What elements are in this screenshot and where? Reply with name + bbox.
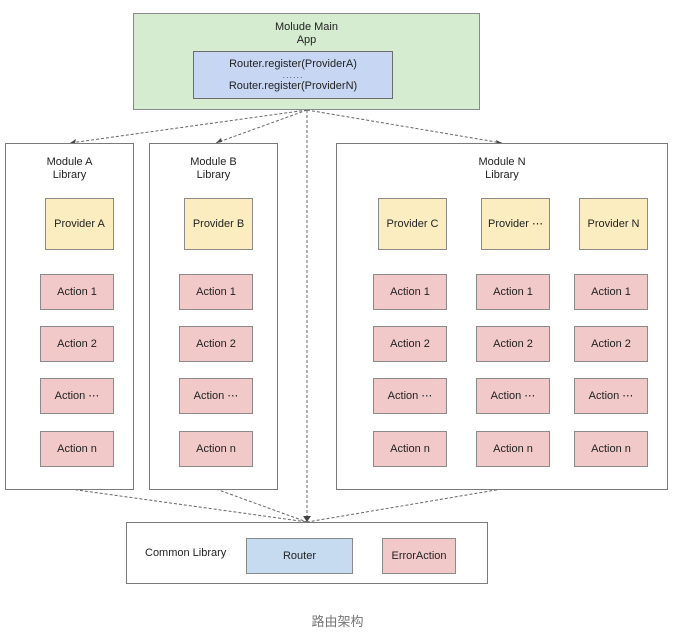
action-label: Action 2 — [591, 337, 631, 350]
action-label: Action 2 — [390, 337, 430, 350]
module-b-title-line2: Library — [196, 169, 231, 181]
action-box: Action n — [373, 431, 447, 467]
action-box: Action 1 — [476, 274, 550, 310]
module-n-title-line1: Module N — [478, 156, 526, 168]
action-label: Action 2 — [57, 337, 97, 350]
action-label: Action ⋯ — [490, 389, 536, 402]
action-box: Action ⋯ — [179, 378, 253, 414]
arrow-main-to-module-a — [69, 109, 308, 144]
action-label: Action ⋯ — [588, 389, 634, 402]
arrow-module-n-to-common — [306, 488, 503, 523]
action-box: Action n — [574, 431, 648, 467]
register-provider-a: Router.register(ProviderA) — [229, 57, 357, 70]
router-register-box: Router.register(ProviderA) ...... Router… — [193, 51, 393, 99]
action-label: Action n — [493, 442, 533, 455]
action-box: Action n — [40, 431, 114, 467]
action-box: Action n — [476, 431, 550, 467]
action-box: Action ⋯ — [574, 378, 648, 414]
action-box: Action 2 — [476, 326, 550, 362]
action-label: Action ⋯ — [387, 389, 433, 402]
action-box: Action 1 — [40, 274, 114, 310]
action-label: Action 2 — [196, 337, 236, 350]
module-a-title-line2: Library — [52, 169, 87, 181]
action-label: Action 1 — [390, 285, 430, 298]
provider-box: Provider N — [579, 198, 648, 250]
action-box: Action 2 — [40, 326, 114, 362]
module-b-title-line1: Module B — [190, 156, 237, 168]
action-label: Action 1 — [591, 285, 631, 298]
action-box: Action 1 — [179, 274, 253, 310]
action-label: Action 1 — [196, 285, 236, 298]
arrow-module-b-to-common — [215, 488, 308, 523]
register-ellipsis: ...... — [282, 69, 304, 80]
register-provider-n: Router.register(ProviderN) — [228, 79, 358, 92]
action-label: Action n — [196, 442, 236, 455]
action-box: Action ⋯ — [476, 378, 550, 414]
figure-caption: 路由架构 — [311, 615, 364, 630]
main-app-title-line1: Molude Main — [275, 21, 338, 33]
router-box: Router — [246, 538, 353, 574]
common-library-label: Common Library — [145, 546, 227, 559]
provider-box: Provider ⋯ — [481, 198, 550, 250]
action-label: Action ⋯ — [54, 389, 100, 402]
module-n-title-line2: Library — [485, 169, 519, 181]
provider-label: Provider A — [54, 217, 105, 230]
action-box: Action ⋯ — [373, 378, 447, 414]
action-label: Action ⋯ — [193, 389, 239, 402]
action-box: Action 1 — [574, 274, 648, 310]
action-label: Action n — [57, 442, 97, 455]
action-box: Action ⋯ — [40, 378, 114, 414]
action-box: Action 2 — [574, 326, 648, 362]
action-label: Action n — [591, 442, 631, 455]
error-action-label: ErrorAction — [391, 549, 447, 562]
action-box: Action n — [179, 431, 253, 467]
arrow-main-to-module-b — [215, 109, 308, 144]
provider-box: Provider C — [378, 198, 447, 250]
module-a-title-line1: Module A — [46, 156, 93, 168]
provider-label: Provider N — [587, 217, 640, 230]
main-app-title-line2: App — [296, 34, 317, 46]
action-label: Action 1 — [57, 285, 97, 298]
action-box: Action 1 — [373, 274, 447, 310]
provider-label: Provider B — [192, 217, 245, 230]
action-box: Action 2 — [179, 326, 253, 362]
arrow-main-to-module-n — [306, 109, 503, 144]
provider-box: Provider B — [184, 198, 253, 250]
provider-label: Provider ⋯ — [487, 217, 544, 230]
action-label: Action 1 — [493, 285, 533, 298]
action-label: Action 2 — [493, 337, 533, 350]
router-label: Router — [282, 549, 317, 562]
provider-label: Provider C — [386, 217, 439, 230]
provider-box: Provider A — [45, 198, 114, 250]
error-action-box: ErrorAction — [382, 538, 456, 574]
action-box: Action 2 — [373, 326, 447, 362]
arrow-module-a-to-common — [69, 488, 308, 523]
action-label: Action n — [390, 442, 430, 455]
